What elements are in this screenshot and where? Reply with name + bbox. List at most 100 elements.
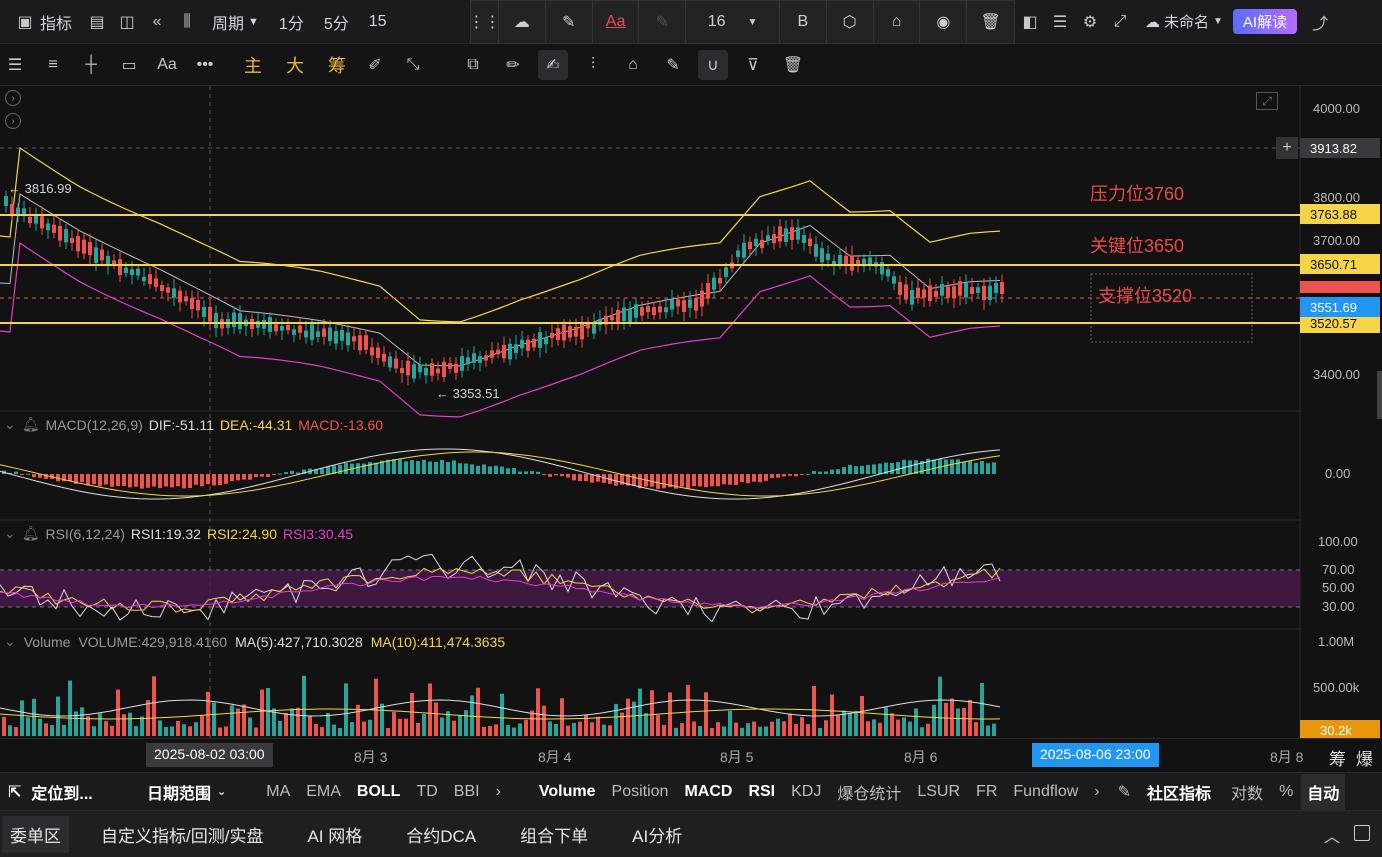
big-toggle[interactable]: 大 bbox=[286, 52, 304, 78]
sub-ind-liquidation[interactable]: 爆仓统计 bbox=[829, 780, 909, 804]
workspace-dropdown[interactable]: ☁ 未命名 ▼ bbox=[1135, 0, 1233, 44]
sub-ind-macd[interactable]: MACD bbox=[676, 783, 740, 801]
ai-read-button[interactable]: AI解读 bbox=[1232, 9, 1298, 34]
volume-bar bbox=[758, 726, 762, 736]
locate-button[interactable]: ⇱ 定位到... bbox=[0, 780, 115, 804]
chevron-right-icon[interactable]: › bbox=[1086, 783, 1107, 801]
share-icon[interactable]: ⤴ bbox=[1305, 7, 1335, 37]
interval-1m[interactable]: 1分 bbox=[269, 0, 314, 43]
chevron-right-icon[interactable]: › bbox=[488, 783, 509, 801]
chevron-up-icon[interactable]: ︿ bbox=[1324, 823, 1340, 847]
fill-icon[interactable]: ✎ bbox=[639, 1, 687, 43]
collapse-icon[interactable]: ⌄ bbox=[4, 525, 16, 542]
sub-ind-fr[interactable]: FR bbox=[968, 783, 1005, 801]
calendar-icon[interactable]: ▤ bbox=[82, 7, 112, 37]
chip-icon-button[interactable]: 筹 bbox=[1329, 745, 1346, 770]
expand-icon[interactable]: › bbox=[5, 113, 21, 129]
main-ind-boll[interactable]: BOLL bbox=[349, 783, 409, 801]
tab-orders[interactable]: 委单区 bbox=[2, 815, 69, 853]
resistance-annotation[interactable]: 压力位3760 bbox=[1090, 180, 1184, 206]
main-ind-ma[interactable]: MA bbox=[258, 783, 298, 801]
pattern-icon[interactable]: ⫶ bbox=[578, 50, 608, 80]
copy-icon[interactable]: ⧉ bbox=[458, 50, 488, 80]
liquidation-icon-button[interactable]: 爆 bbox=[1356, 745, 1373, 770]
sub-ind-kdj[interactable]: KDJ bbox=[783, 783, 829, 801]
candle-body bbox=[286, 324, 290, 331]
tab-contract-dca[interactable]: 合约DCA bbox=[384, 822, 498, 847]
main-toggle[interactable]: 主 bbox=[244, 52, 262, 78]
settings-icon[interactable]: ⬡ bbox=[827, 1, 874, 43]
note-icon[interactable]: ✎ bbox=[658, 50, 688, 80]
text-tool-button[interactable]: Aa bbox=[152, 50, 182, 80]
brush-icon[interactable]: ✍ bbox=[538, 49, 568, 80]
add-alert-icon[interactable]: + bbox=[1276, 137, 1298, 159]
log-toggle[interactable]: 对数 bbox=[1223, 780, 1271, 804]
hline-list-icon[interactable]: ≡ bbox=[38, 50, 68, 80]
sub-ind-fundflow[interactable]: Fundflow bbox=[1005, 783, 1086, 801]
interval-5m[interactable]: 5分 bbox=[314, 0, 359, 43]
bold-button[interactable]: B bbox=[780, 1, 827, 43]
pencil-icon[interactable]: ✎ bbox=[546, 1, 593, 43]
collapse-icon[interactable]: ⌄ bbox=[4, 633, 16, 650]
main-ind-bbi[interactable]: BBI bbox=[446, 783, 488, 801]
more-icon[interactable]: ••• bbox=[190, 50, 220, 80]
layout-split-icon[interactable]: ◧ bbox=[1015, 7, 1045, 37]
bell-icon[interactable]: 🔔︎ bbox=[22, 525, 40, 542]
expand-icon[interactable]: › bbox=[5, 90, 21, 106]
list-icon[interactable]: ☰ bbox=[1045, 7, 1075, 37]
trash-icon[interactable]: 🗑 bbox=[778, 50, 808, 80]
sub-ind-volume[interactable]: Volume bbox=[531, 783, 604, 801]
settings-icon[interactable]: ⚙ bbox=[1075, 7, 1105, 37]
edit-icon[interactable]: ✎ bbox=[1110, 782, 1139, 802]
main-ind-ema[interactable]: EMA bbox=[298, 783, 349, 801]
menu-icon[interactable]: ☰ bbox=[0, 50, 30, 80]
maximize-icon[interactable]: ⤢ bbox=[1256, 92, 1278, 110]
rewind-icon[interactable]: « bbox=[142, 7, 172, 37]
macd-bar bbox=[818, 471, 822, 474]
tab-custom-indicators[interactable]: 自定义指标/回测/实盘 bbox=[79, 822, 285, 847]
ruler-icon[interactable]: ✏ bbox=[498, 50, 528, 80]
collapse-icon[interactable]: ⌄ bbox=[4, 416, 16, 433]
font-size-select[interactable]: 16 ▼ bbox=[686, 1, 780, 43]
main-ind-td[interactable]: TD bbox=[408, 783, 445, 801]
community-indicators[interactable]: 社区指标 bbox=[1139, 780, 1219, 804]
macd-bar bbox=[20, 474, 24, 475]
popout-icon[interactable] bbox=[1354, 825, 1370, 841]
eye-icon[interactable]: ◉ bbox=[920, 1, 968, 43]
auto-toggle[interactable]: 自动 bbox=[1301, 773, 1346, 810]
tab-ai-analysis[interactable]: AI分析 bbox=[610, 822, 704, 847]
support-annotation[interactable]: 支撑位3520 bbox=[1098, 282, 1192, 308]
layout-icon[interactable]: ◫ bbox=[112, 7, 142, 37]
sub-ind-rsi[interactable]: RSI bbox=[740, 783, 783, 801]
fullscreen-icon[interactable]: ⤢ bbox=[1105, 7, 1135, 37]
lock-icon[interactable]: ⌂ bbox=[874, 1, 921, 43]
crosshair-icon[interactable]: ┼ bbox=[76, 50, 106, 80]
interval-15m[interactable]: 15 bbox=[359, 0, 397, 43]
chip-toggle[interactable]: 筹 bbox=[328, 52, 346, 78]
tab-ai-grid[interactable]: AI 网格 bbox=[285, 822, 384, 847]
candle-body bbox=[406, 360, 410, 376]
measure-icon[interactable]: ⤡ bbox=[398, 50, 428, 80]
chart-area[interactable]: › › ⤢ 压力位3760 关键位3650 支撑位3520 ← 3816.99 … bbox=[0, 86, 1382, 770]
candles-icon[interactable]: ⫼ bbox=[172, 7, 202, 37]
sub-ind-position[interactable]: Position bbox=[604, 783, 677, 801]
date-range-button[interactable]: 日期范围 ⌄ bbox=[139, 780, 234, 804]
draw-icon[interactable]: ✐ bbox=[360, 50, 390, 80]
key-annotation[interactable]: 关键位3650 bbox=[1090, 232, 1184, 258]
indicator-button[interactable]: ▣ 指标 bbox=[0, 0, 82, 43]
macd-bar bbox=[812, 470, 816, 474]
text-color-button[interactable]: Aa bbox=[593, 1, 640, 43]
tab-combo-order[interactable]: 组合下单 bbox=[498, 822, 610, 847]
trash-icon[interactable]: 🗑 bbox=[967, 1, 1014, 43]
lock-icon[interactable]: ⌂ bbox=[618, 50, 648, 80]
template-icon[interactable]: ☁ bbox=[499, 1, 546, 43]
sub-ind-lsur[interactable]: LSUR bbox=[909, 783, 968, 801]
period-dropdown[interactable]: 周期 ▼ bbox=[202, 0, 269, 43]
filter-icon[interactable]: ⊽ bbox=[738, 50, 768, 80]
drag-handle-icon[interactable]: ⋮⋮ bbox=[469, 1, 501, 43]
magnet-icon[interactable]: ∪ bbox=[698, 49, 728, 80]
rectangle-icon[interactable]: ▭ bbox=[114, 50, 144, 80]
percent-toggle[interactable]: % bbox=[1271, 783, 1301, 801]
bell-icon[interactable]: 🔔︎ bbox=[22, 416, 40, 433]
scroll-handle[interactable] bbox=[1377, 371, 1382, 419]
